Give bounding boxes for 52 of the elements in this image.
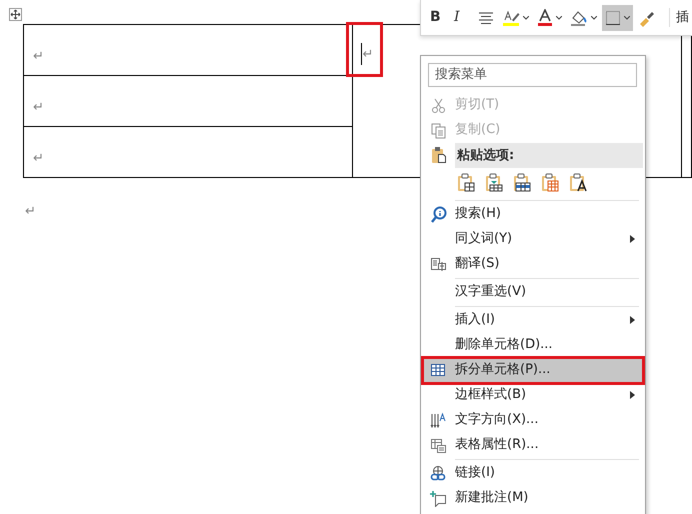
paste-option-button[interactable] — [511, 170, 533, 194]
paint-bucket-icon — [570, 8, 588, 26]
borders-icon — [605, 10, 621, 26]
search-info-icon — [430, 206, 446, 222]
menu-item[interactable]: 表格属性(R)... — [423, 432, 643, 458]
highlighter-icon — [502, 8, 520, 26]
paragraph-mark: ↵ — [25, 205, 36, 218]
scissors-icon — [430, 96, 446, 114]
caret-icon — [591, 16, 597, 20]
paragraph-mark: ↵ — [33, 50, 44, 63]
table-properties-icon — [430, 436, 446, 454]
paragraph-mark: ↵ — [33, 101, 44, 114]
menu-item[interactable]: 翻译(S) — [423, 252, 643, 276]
paste-nest-table-icon — [513, 173, 531, 192]
paste-text-only-icon — [569, 173, 587, 192]
section-header: 粘贴选项: — [455, 142, 643, 168]
paragraph-mark: ↵ — [33, 152, 44, 165]
search-field[interactable]: 搜索菜单 — [428, 62, 637, 86]
translate-icon — [430, 256, 446, 272]
font-color-icon — [537, 8, 553, 26]
menu-item[interactable]: 搜索(H) — [423, 202, 643, 226]
table-grid-icon — [430, 362, 446, 378]
menu-item[interactable]: 删除单元格(D)... — [423, 332, 643, 358]
menu-item[interactable]: 新建批注(M) — [423, 486, 643, 510]
menu-item[interactable]: 拆分单元格(P)... — [423, 358, 643, 382]
paste-option-button[interactable] — [455, 170, 477, 194]
toolbar-label: 插 — [669, 8, 689, 28]
comment-icon — [430, 490, 446, 506]
clipboard-icon — [431, 146, 447, 164]
text-cursor — [360, 42, 362, 65]
paste-keep-format-icon — [457, 173, 475, 192]
menu-item[interactable]: 边框样式(B) — [423, 382, 643, 408]
paragraph-mark: ↵ — [362, 48, 374, 61]
menu-item[interactable]: 链接(I) — [423, 460, 643, 486]
align-icon — [478, 10, 494, 24]
menu-item[interactable]: 同义词(Y) — [423, 226, 643, 252]
menu-item[interactable]: 文字方向(X)... — [423, 408, 643, 432]
caret-icon — [624, 16, 630, 20]
text-direction-icon — [430, 412, 446, 428]
menu-item[interactable]: 插入(I) — [423, 308, 643, 332]
italic-button[interactable]: I — [451, 4, 473, 30]
caret-icon — [556, 16, 562, 20]
move-handle-icon[interactable] — [9, 8, 22, 21]
borders-button[interactable] — [602, 4, 633, 30]
copy-icon — [430, 122, 446, 138]
menu-item[interactable]: 汉字重选(V) — [423, 280, 643, 304]
bold-button[interactable]: B — [427, 4, 449, 30]
caret-icon — [523, 16, 529, 20]
paste-merge-table-icon — [485, 173, 503, 192]
link-icon — [430, 464, 446, 482]
paste-as-rows-icon — [541, 173, 559, 192]
paste-option-button[interactable] — [483, 170, 505, 194]
